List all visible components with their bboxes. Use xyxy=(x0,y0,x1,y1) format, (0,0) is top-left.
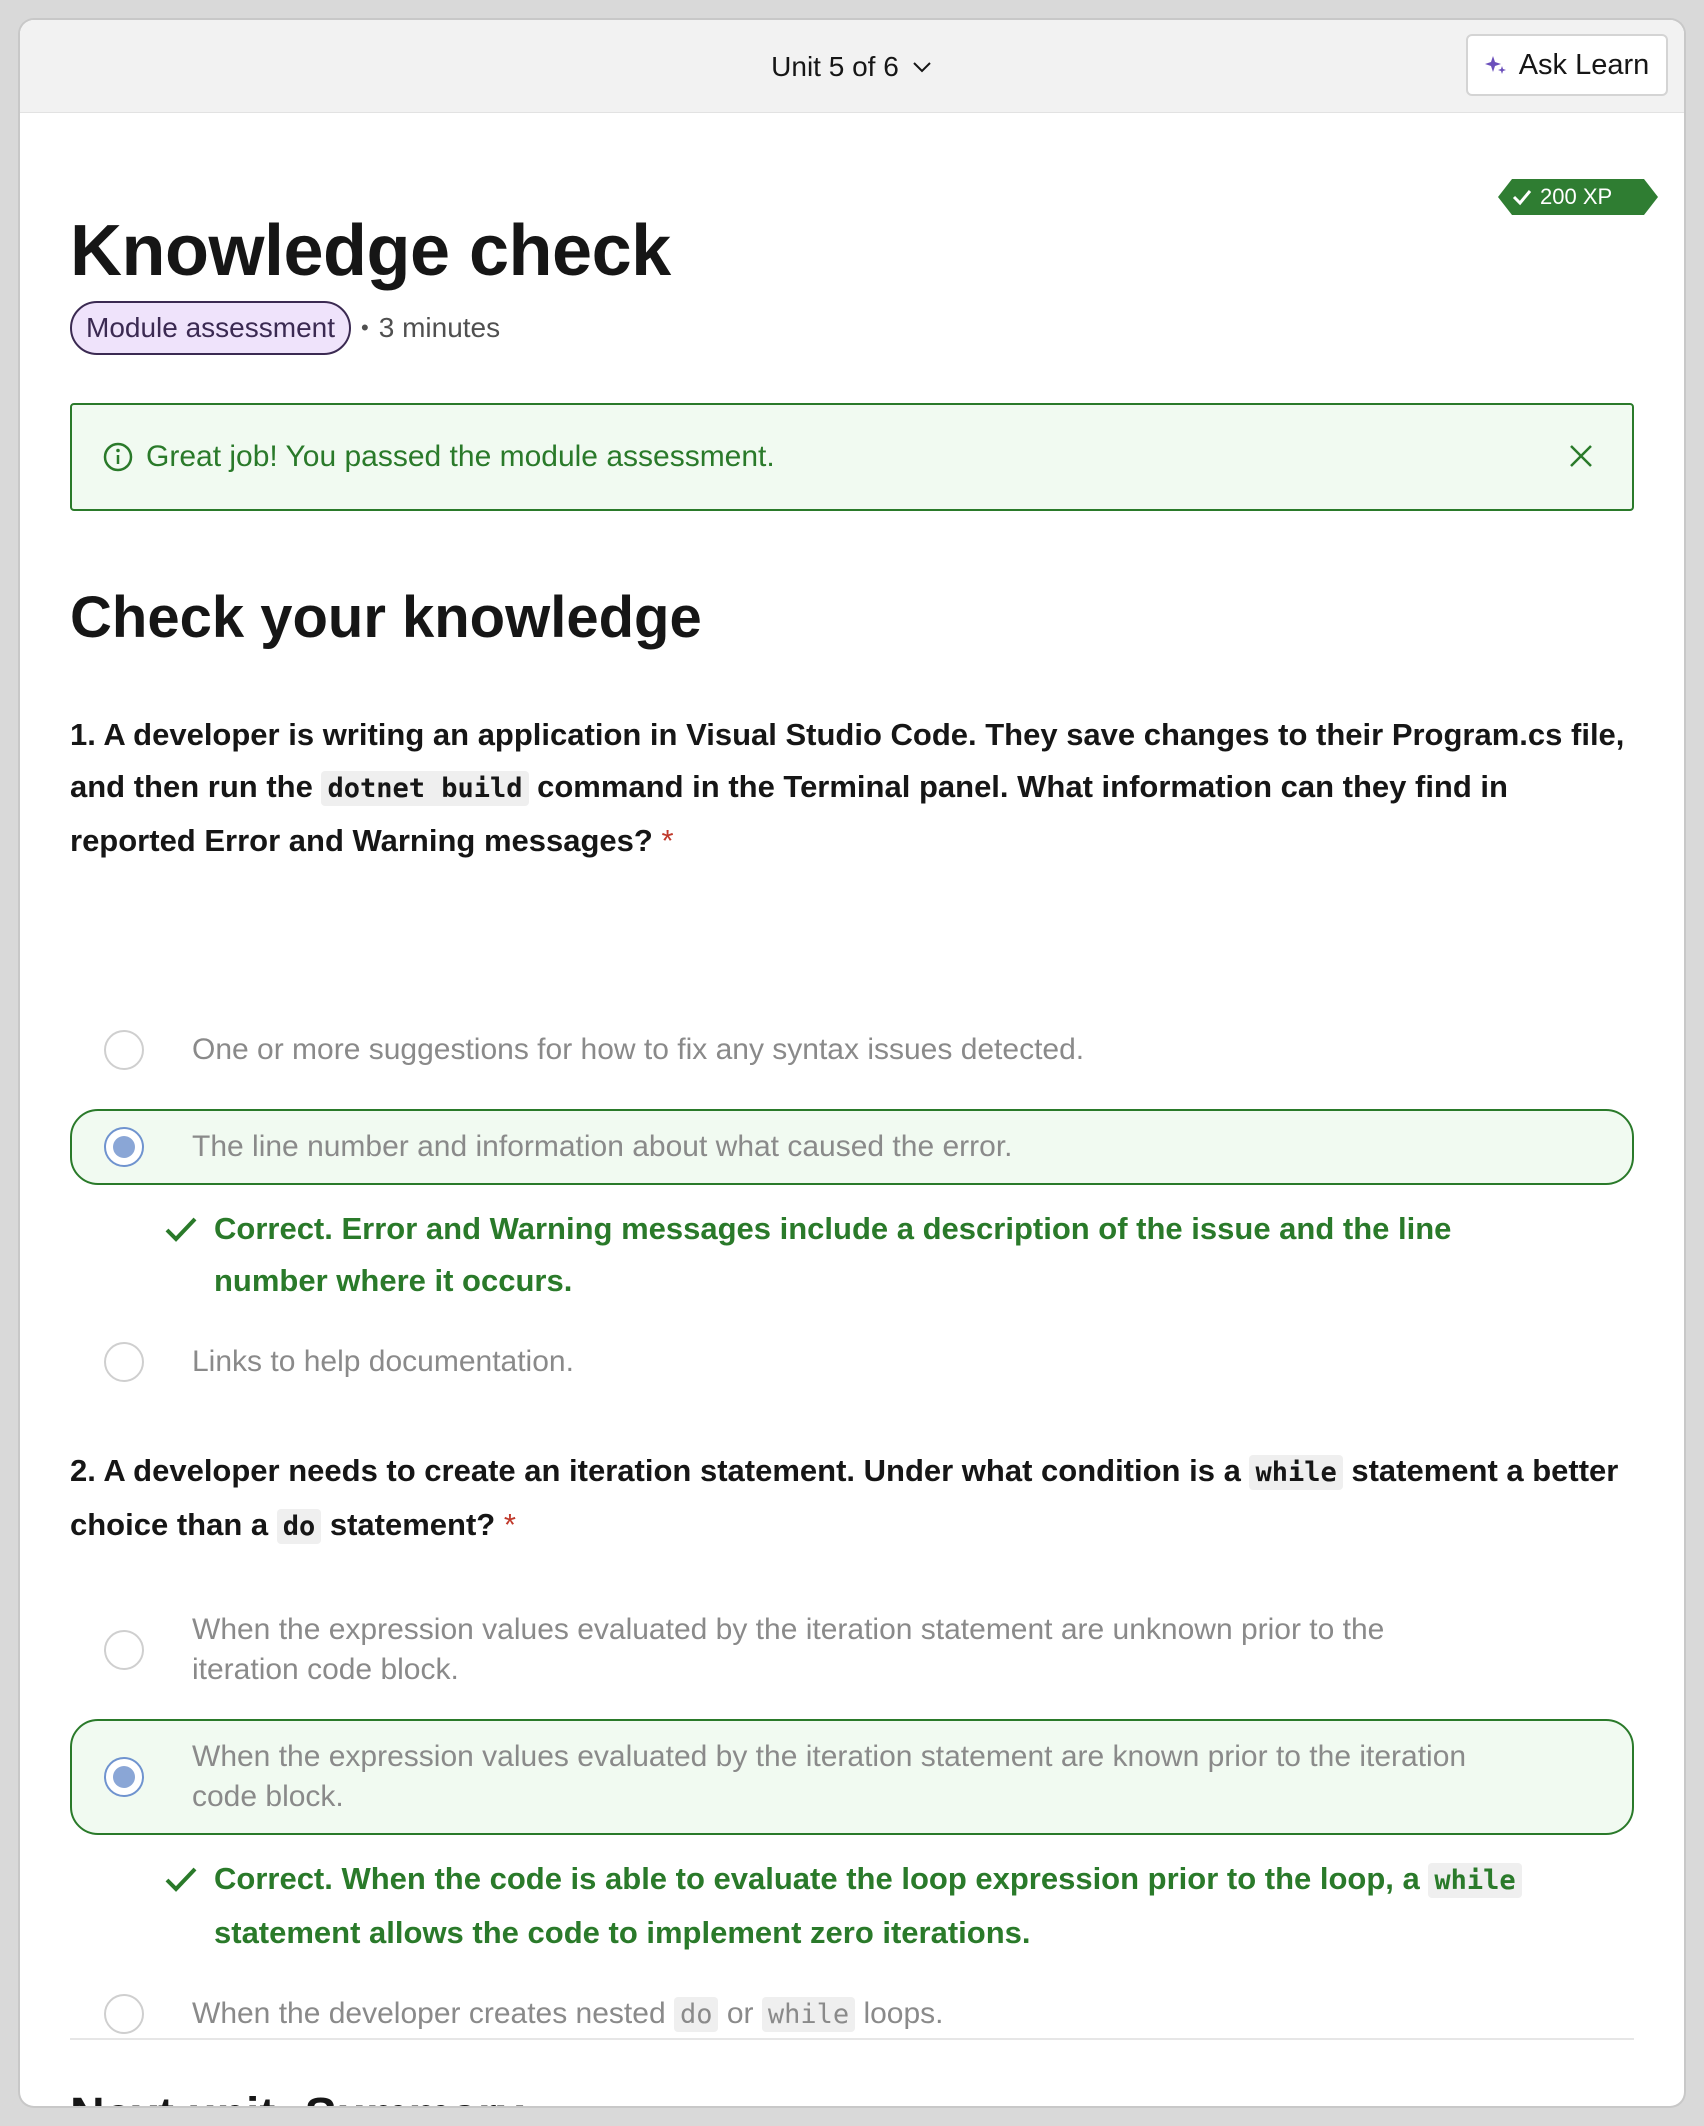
question-2-code: do xyxy=(276,1509,322,1544)
radio-button[interactable] xyxy=(104,1342,144,1382)
option-part: When the developer creates nested xyxy=(192,1996,674,2030)
required-marker: * xyxy=(661,823,674,858)
feedback-code: while xyxy=(1428,1863,1522,1898)
checkmark-icon xyxy=(165,1217,197,1242)
unit-selector[interactable]: Unit 5 of 6 xyxy=(20,20,1684,113)
radio-button[interactable] xyxy=(104,1630,144,1670)
radio-button-selected[interactable] xyxy=(104,1757,144,1797)
question-2-part: statement? xyxy=(321,1507,496,1542)
q2-option-2[interactable]: When the expression values evaluated by … xyxy=(70,1719,1634,1835)
module-assessment-badge: Module assessment xyxy=(70,301,352,355)
ask-learn-button[interactable]: Ask Learn xyxy=(1466,34,1668,96)
q2-feedback: Correct. When the code is able to evalua… xyxy=(164,1853,1564,1959)
radio-button[interactable] xyxy=(104,1030,144,1070)
question-2-part: 2. A developer needs to create an iterat… xyxy=(70,1453,1250,1488)
close-icon[interactable] xyxy=(1568,443,1594,469)
checkmark-icon xyxy=(165,1867,197,1892)
q2-option-1[interactable]: When the expression values evaluated by … xyxy=(70,1605,1634,1695)
question-1-code: dotnet build xyxy=(321,771,529,806)
option-code: while xyxy=(761,1996,856,2032)
option-label: When the developer creates nested do or … xyxy=(192,1994,1484,2035)
radio-button-selected[interactable] xyxy=(104,1127,144,1167)
feedback-text: Correct. When the code is able to evalua… xyxy=(214,1861,1429,1896)
option-part: loops. xyxy=(855,1996,944,2030)
q1-option-3[interactable]: Links to help documentation. xyxy=(70,1327,1634,1397)
info-icon xyxy=(103,442,133,472)
required-marker: * xyxy=(503,1507,516,1542)
option-label: When the expression values evaluated by … xyxy=(192,1613,1385,1686)
xp-badge: 200 XP xyxy=(1498,179,1674,215)
ask-learn-label: Ask Learn xyxy=(1518,48,1650,81)
question-1-text: 1. A developer is writing an application… xyxy=(70,709,1634,867)
q1-feedback: Correct. Error and Warning messages incl… xyxy=(164,1203,1564,1307)
unit-label: Unit 5 of 6 xyxy=(771,50,899,82)
question-2-text: 2. A developer needs to create an iterat… xyxy=(70,1445,1634,1553)
success-alert: Great job! You passed the module assessm… xyxy=(70,403,1634,511)
unit-navigation-bar: Unit 5 of 6 Ask Learn xyxy=(20,20,1684,113)
feedback-text: Correct. Error and Warning messages incl… xyxy=(214,1211,1452,1298)
page-meta: Module assessment • 3 minutes xyxy=(70,301,500,355)
option-label: Links to help documentation. xyxy=(192,1345,574,1378)
check-icon xyxy=(1512,190,1532,206)
feedback-text: statement allows the code to implement z… xyxy=(214,1915,1031,1950)
section-title: Check your knowledge xyxy=(70,585,702,650)
sparkle-icon xyxy=(1484,56,1506,74)
option-code: do xyxy=(673,1996,719,2032)
next-unit-heading[interactable]: Next unit: Summary xyxy=(70,2088,523,2106)
browser-window: Unit 5 of 6 Ask Learn 200 XP Knowledge c… xyxy=(20,20,1684,2106)
q1-option-2[interactable]: The line number and information about wh… xyxy=(70,1109,1634,1185)
option-label: When the expression values evaluated by … xyxy=(192,1740,1467,1813)
q1-option-1[interactable]: One or more suggestions for how to fix a… xyxy=(70,1015,1634,1085)
question-2-code: while xyxy=(1249,1455,1343,1490)
alert-message: Great job! You passed the module assessm… xyxy=(146,440,775,473)
option-part: or xyxy=(718,1996,762,2030)
option-label: The line number and information about wh… xyxy=(192,1130,1013,1163)
duration-text: 3 minutes xyxy=(378,312,501,343)
xp-value: 200 XP xyxy=(1540,184,1613,209)
radio-button[interactable] xyxy=(104,1994,144,2034)
meta-separator: • xyxy=(361,315,369,340)
option-label: One or more suggestions for how to fix a… xyxy=(192,1033,1085,1066)
chevron-down-icon xyxy=(913,61,931,72)
page-title: Knowledge check xyxy=(70,211,671,291)
divider xyxy=(70,2038,1634,2040)
